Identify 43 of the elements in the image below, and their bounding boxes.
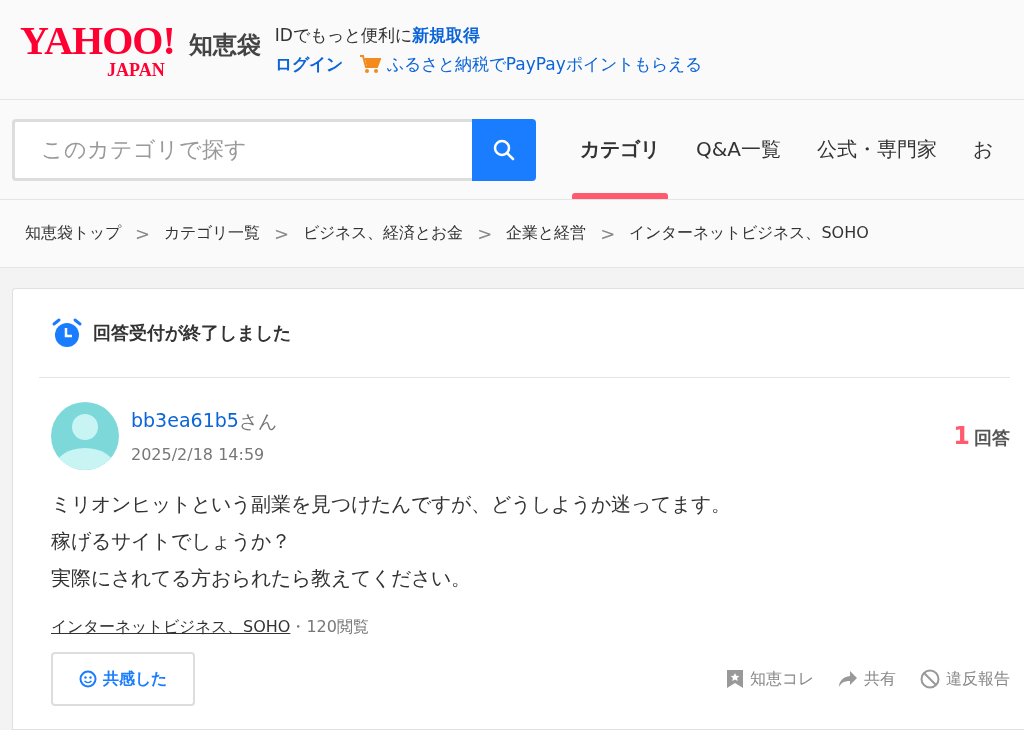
smiley-icon bbox=[79, 670, 97, 688]
category-link[interactable]: インターネットビジネス、SOHO bbox=[51, 617, 291, 638]
furusato-link[interactable]: ふるさと納税でPayPayポイントもらえる bbox=[386, 52, 702, 76]
login-link[interactable]: ログイン bbox=[274, 52, 343, 76]
prohibited-icon bbox=[920, 669, 940, 689]
question-text: 実際にされてる方おられたら教えてください。 bbox=[51, 565, 471, 592]
breadcrumb-separator: > bbox=[274, 223, 290, 244]
search-icon bbox=[492, 137, 516, 162]
question-text: 稼げるサイトでしょうか？ bbox=[51, 528, 291, 555]
breadcrumb-link[interactable]: カテゴリ一覧 bbox=[164, 223, 261, 244]
honorific: さん bbox=[238, 408, 277, 434]
yahoo-japan-logo[interactable]: YAHOO! JAPAN bbox=[20, 20, 175, 79]
question-text: ミリオンヒットという副業を見つけたんですが、どうしようか迷ってます。 bbox=[51, 491, 731, 518]
nav-tab[interactable]: Q&A一覧 bbox=[678, 100, 800, 199]
empathy-button[interactable]: 共感した bbox=[51, 652, 195, 706]
nav-tab[interactable]: 公式・専門家 bbox=[799, 100, 956, 199]
action-button[interactable]: 違反報告 bbox=[920, 668, 1010, 690]
search-field[interactable]: このカテゴリで探す bbox=[12, 118, 472, 181]
breadcrumb-separator: > bbox=[600, 223, 616, 244]
nav-tab[interactable]: カテゴリ bbox=[562, 100, 678, 199]
breadcrumb-link[interactable]: 知恵袋トップ bbox=[25, 223, 121, 244]
answer-count: 1 bbox=[953, 422, 970, 450]
breadcrumb-separator: > bbox=[135, 223, 151, 244]
cart-icon bbox=[358, 54, 381, 74]
action-button[interactable]: 共有 bbox=[838, 668, 896, 690]
bookmark-icon bbox=[726, 669, 744, 689]
breadcrumb-link[interactable]: インターネットビジネス、SOHO bbox=[629, 223, 869, 244]
promo-text: IDでもっと便利に bbox=[274, 23, 412, 47]
service-name: 知恵袋 bbox=[188, 29, 261, 61]
breadcrumb-separator: > bbox=[477, 223, 493, 244]
share-arrow-icon bbox=[838, 670, 858, 688]
nav-tab[interactable]: お bbox=[955, 100, 1012, 199]
view-count: ・120閲覧 bbox=[290, 617, 369, 638]
register-link[interactable]: 新規取得 bbox=[411, 23, 480, 47]
breadcrumb-link[interactable]: 企業と経営 bbox=[506, 223, 587, 244]
status-text: 回答受付が終了しました bbox=[93, 321, 291, 345]
breadcrumb-link[interactable]: ビジネス、経済とお金 bbox=[303, 223, 464, 244]
answer-label: 回答 bbox=[974, 426, 1010, 450]
search-button[interactable] bbox=[472, 118, 536, 181]
action-button[interactable]: 知恵コレ bbox=[726, 668, 814, 690]
post-date: 2025/2/18 14:59 bbox=[131, 444, 266, 464]
alarm-clock-icon bbox=[51, 317, 83, 349]
username-link[interactable]: bb3ea61b5 bbox=[131, 408, 239, 435]
